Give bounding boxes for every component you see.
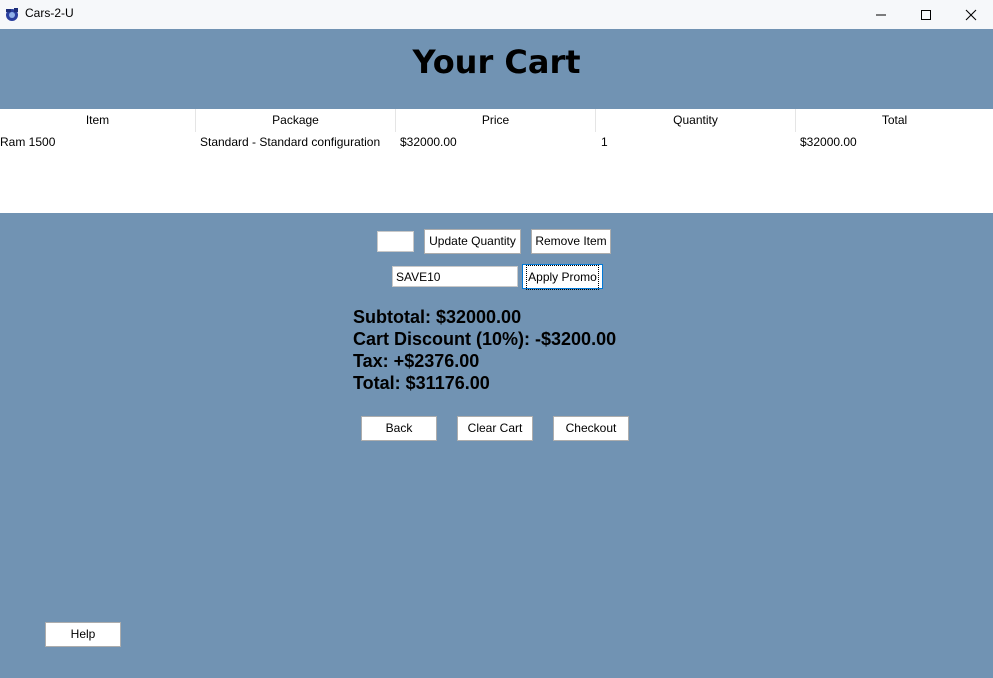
close-button[interactable]	[948, 0, 993, 29]
app-icon	[6, 8, 18, 21]
cart-table[interactable]: Item Package Price Quantity Total Ram 15…	[0, 109, 993, 213]
discount-text: Cart Discount (10%): -$3200.00	[353, 329, 617, 349]
cart-summary: Subtotal: $32000.00 Cart Discount (10%):…	[353, 306, 616, 394]
maximize-icon	[921, 9, 931, 20]
table-header: Item Package Price Quantity Total	[0, 109, 993, 132]
page-header: Your Cart	[0, 29, 993, 109]
page-title: Your Cart	[412, 43, 581, 81]
help-button[interactable]: Help	[45, 622, 121, 647]
quantity-input[interactable]	[377, 231, 414, 252]
apply-promo-label: Apply Promo	[526, 265, 599, 290]
column-header-package[interactable]: Package	[196, 109, 396, 132]
column-header-quantity[interactable]: Quantity	[596, 109, 796, 132]
update-quantity-button[interactable]: Update Quantity	[424, 229, 521, 254]
minimize-button[interactable]	[858, 0, 904, 29]
cell-total: $32000.00	[800, 135, 857, 149]
title-bar: Cars-2-U	[0, 0, 993, 29]
apply-promo-button[interactable]: Apply Promo	[522, 264, 603, 290]
cell-price: $32000.00	[400, 135, 457, 149]
back-button[interactable]: Back	[361, 416, 437, 441]
cell-item: Ram 1500	[0, 135, 56, 149]
tax-text: Tax: +$2376.00	[353, 351, 480, 371]
column-header-price[interactable]: Price	[396, 109, 596, 132]
help-label: Help	[70, 627, 96, 641]
update-quantity-label: Update Quantity	[429, 234, 516, 248]
minimize-icon	[876, 14, 886, 15]
subtotal-text: Subtotal: $32000.00	[353, 307, 522, 327]
total-text: Total: $31176.00	[353, 373, 490, 393]
back-label: Back	[385, 421, 413, 435]
column-header-total[interactable]: Total	[796, 109, 993, 132]
clear-cart-button[interactable]: Clear Cart	[457, 416, 533, 441]
window-title: Cars-2-U	[25, 6, 74, 20]
close-icon	[965, 9, 977, 20]
maximize-button[interactable]	[903, 0, 949, 29]
remove-item-label: Remove Item	[535, 234, 607, 248]
cell-quantity: 1	[601, 135, 608, 149]
cell-package: Standard - Standard configuration	[200, 135, 381, 149]
remove-item-button[interactable]: Remove Item	[531, 229, 611, 254]
checkout-button[interactable]: Checkout	[553, 416, 629, 441]
promo-code-input[interactable]	[392, 266, 518, 287]
checkout-label: Checkout	[565, 421, 617, 435]
column-header-item[interactable]: Item	[0, 109, 196, 132]
clear-cart-label: Clear Cart	[467, 421, 523, 435]
